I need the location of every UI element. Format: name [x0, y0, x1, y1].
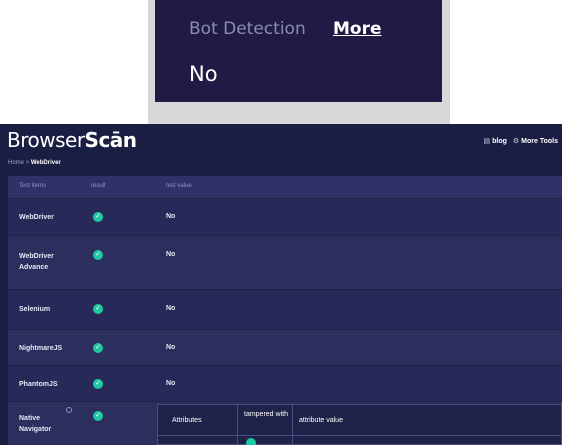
row-value: No — [166, 380, 176, 387]
more-tools-label: More Tools — [521, 138, 558, 145]
check-icon: ✓ — [93, 250, 103, 260]
check-icon — [246, 438, 256, 445]
breadcrumb-home[interactable]: Home — [8, 160, 24, 166]
check-icon: ✓ — [93, 411, 103, 421]
table-row: WebDriver ✓ No — [8, 198, 562, 235]
header-value: test value — [166, 183, 192, 189]
more-tools-link[interactable]: ⚙ More Tools — [513, 137, 558, 145]
attributes-subtable: Attributes tampered with attribute value — [157, 404, 562, 445]
column-divider — [237, 405, 238, 445]
top-nav: ▤ blog ⚙ More Tools — [483, 137, 558, 145]
subtable-header: Attributes tampered with attribute value — [158, 405, 562, 436]
info-icon[interactable] — [66, 407, 72, 413]
table-row: PhantomJS ✓ No — [8, 365, 562, 401]
row-name: Selenium — [19, 306, 51, 313]
document-icon: ▤ — [483, 138, 491, 145]
column-divider — [292, 405, 293, 445]
row-name: WebDriver Advance — [19, 253, 54, 271]
check-icon: ✓ — [93, 212, 103, 222]
sub-header-attributes: Attributes — [172, 417, 202, 424]
table-row: NightmareJS ✓ No — [8, 329, 562, 365]
breadcrumb: Home > WebDriver — [8, 160, 61, 166]
header-result: result — [91, 183, 106, 189]
logo-bold: Scān — [84, 128, 138, 152]
table-row: WebDriver Advance ✓ No — [8, 235, 562, 289]
blog-label: blog — [492, 138, 507, 145]
blog-link[interactable]: ▤ blog — [483, 137, 506, 145]
card-title: Bot Detection — [189, 19, 306, 39]
sub-header-tampered: tampered with — [244, 411, 288, 418]
row-name: Native Navigator — [19, 415, 52, 433]
row-name: PhantomJS — [19, 381, 58, 388]
table-header: Test items result test value — [8, 176, 562, 198]
bot-detection-card: Bot Detection More No — [155, 0, 442, 102]
sub-header-attribute-value: attribute value — [299, 417, 343, 424]
table-row: Selenium ✓ No — [8, 289, 562, 329]
row-value: No — [166, 344, 176, 351]
wrench-icon: ⚙ — [512, 138, 520, 145]
header-items: Test items — [19, 183, 47, 189]
row-value: No — [166, 251, 176, 258]
logo-text: Browser — [7, 128, 85, 152]
card-value: No — [189, 62, 218, 86]
row-name: NightmareJS — [19, 345, 63, 352]
check-icon: ✓ — [93, 379, 103, 389]
breadcrumb-current: WebDriver — [30, 160, 61, 166]
row-value: No — [166, 305, 176, 312]
breadcrumb-separator: > — [25, 160, 30, 166]
check-icon: ✓ — [93, 304, 103, 314]
browserscan-app: BrowserScān ▤ blog ⚙ More Tools Home > Web… — [0, 124, 562, 445]
logo[interactable]: BrowserScān — [7, 128, 137, 152]
row-value: No — [166, 213, 176, 220]
check-icon: ✓ — [93, 343, 103, 353]
row-name: WebDriver — [19, 214, 54, 221]
more-link[interactable]: More — [333, 19, 382, 39]
